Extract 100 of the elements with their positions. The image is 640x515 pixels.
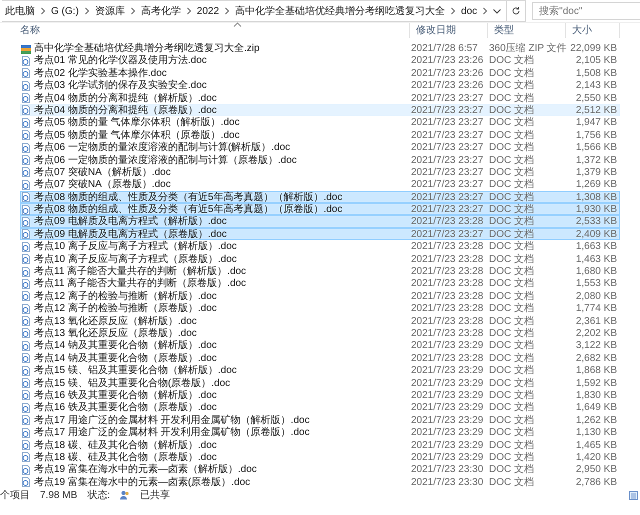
breadcrumb[interactable]: doc: [458, 6, 480, 16]
file-row[interactable]: 考点17 用途广泛的金属材料 开发利用金属矿物（原卷版）.doc 2021/7/23 23:29 DOC 文档 1,130 KB: [20, 426, 620, 438]
document-icon: [21, 93, 31, 104]
file-row[interactable]: 考点08 物质的组成、性质及分类（有近5年高考真题）（原卷版）.doc 2021/7/23 23:27 DOC 文档 1,930 KB: [20, 203, 620, 216]
file-row[interactable]: 考点12 离子的检验与推断（解析版）.doc 2021/7/23 23:28 DOC 文档 2,080 KB: [20, 290, 620, 302]
file-row[interactable]: 考点07 突破NA（原卷版）.doc 2021/7/23 23:27 DOC 文档 1,269 KB: [20, 178, 620, 191]
file-row[interactable]: 考点08 物质的组成、性质及分类（有近5年高考真题）（解析版）.doc 2021/7/23 23:27 DOC 文档 1,308 KB: [20, 190, 620, 204]
breadcrumb[interactable]: 此电脑: [2, 4, 38, 18]
file-row[interactable]: 考点04 物质的分离和提纯（解析版）.doc 2021/7/23 23:27 DOC 文档 2,550 KB: [20, 92, 620, 104]
file-name: 考点14 钠及其重要化合物（原卷版）.doc: [34, 352, 217, 364]
document-icon: [21, 378, 31, 388]
modified-date: 2021/7/23 23:27: [411, 154, 484, 166]
document-icon: [21, 353, 31, 364]
search-field[interactable]: 搜索"doc": [532, 2, 640, 20]
file-name: 考点17 用途广泛的金属材料 开发利用金属矿物（解析版）.doc: [34, 414, 310, 426]
file-size: 1,592 KB: [574, 378, 617, 389]
file-type: DOC 文档: [489, 464, 535, 476]
chevron-right-icon[interactable]: [40, 7, 46, 15]
breadcrumb[interactable]: G (G:): [48, 6, 82, 16]
file-row[interactable]: 考点09 电解质及电离方程式（原卷版）.doc 2021/7/23 23:27 DOC 文档 2,409 KB: [20, 228, 620, 240]
document-icon: [21, 242, 31, 252]
file-row[interactable]: 考点16 铁及其重要化合物（原卷版）.doc 2021/7/23 23:29 DOC 文档 1,649 KB: [20, 401, 620, 414]
chevron-right-icon[interactable]: [450, 7, 456, 15]
file-row[interactable]: 考点09 电解质及电离方程式（解析版）.doc 2021/7/23 23:28 DOC 文档 2,533 KB: [20, 215, 620, 228]
file-row[interactable]: 考点07 突破NA（解析版）.doc 2021/7/23 23:27 DOC 文档 1,379 KB: [20, 166, 620, 178]
file-row[interactable]: 考点18 碳、硅及其化合物（原卷版）.doc 2021/7/23 23:29 DOC 文档 1,420 KB: [20, 450, 620, 464]
file-name: 考点11 离子能否大量共存的判断（原卷版）.doc: [34, 278, 246, 290]
file-type: DOC 文档: [489, 290, 535, 302]
file-name: 考点04 物质的分离和提纯（原卷版）.doc: [34, 104, 217, 116]
file-row[interactable]: 考点14 钠及其重要化合物（原卷版）.doc 2021/7/23 23:28 DOC 文档 2,682 KB: [20, 352, 620, 364]
file-row[interactable]: 考点02 化学实验基本操作.doc 2021/7/23 23:26 DOC 文档 1,508 KB: [20, 66, 620, 80]
file-name: 考点10 离子反应与离子方程式（原卷版）.doc: [34, 254, 237, 265]
document-icon: [21, 118, 31, 128]
file-type: DOC 文档: [489, 142, 535, 154]
chevron-right-icon[interactable]: [130, 7, 136, 15]
file-name: 高中化学全基础培优经典增分考纲吃透复习大全.zip: [34, 43, 260, 54]
document-icon: [21, 167, 31, 178]
refresh-icon[interactable]: [511, 6, 522, 16]
file-row[interactable]: 考点16 铁及其重要化合物（解析版）.doc 2021/7/23 23:29 DOC 文档 1,830 KB: [20, 388, 620, 402]
file-row[interactable]: 考点11 离子能否大量共存的判断（原卷版）.doc 2021/7/23 23:28 DOC 文档 1,553 KB: [20, 277, 620, 290]
breadcrumb[interactable]: 资源库: [92, 4, 128, 18]
column-header[interactable]: 修改日期: [410, 23, 488, 38]
file-row[interactable]: 高中化学全基础培优经典增分考纲吃透复习大全.zip 2021/7/28 6:57 360压缩 ZIP 文件 22,099 KB: [20, 42, 620, 54]
modified-date: 2021/7/23 23:27: [411, 142, 484, 154]
modified-date: 2021/7/23 23:27: [411, 228, 484, 240]
column-header[interactable]: 名称: [20, 23, 410, 38]
chevron-right-icon[interactable]: [224, 7, 230, 15]
file-row[interactable]: 考点01 常见的化学仪器及使用方法.doc 2021/7/23 23:26 DOC 文档 2,105 KB: [20, 54, 620, 67]
file-name: 考点07 突破NA（原卷版）.doc: [34, 179, 171, 190]
column-header[interactable]: 类型: [488, 23, 566, 38]
file-row[interactable]: 考点15 镁、铝及其重要化合物（解析版）.doc 2021/7/23 23:29 DOC 文档 1,868 KB: [20, 364, 620, 377]
document-icon: [21, 464, 31, 475]
file-size: 3,122 KB: [574, 340, 617, 352]
file-row[interactable]: 考点10 离子反应与离子方程式（原卷版）.doc 2021/7/23 23:28 DOC 文档 1,463 KB: [20, 252, 620, 266]
file-row[interactable]: 考点05 物质的量 气体摩尔体积（解析版）.doc 2021/7/23 23:27 DOC 文档 1,947 KB: [20, 116, 620, 129]
file-name: 考点19 富集在海水中的元素—卤素(原卷版）.doc: [34, 476, 250, 488]
file-row[interactable]: 考点19 富集在海水中的元素—卤素（解析版）.doc 2021/7/23 23:30 DOC 文档 2,950 KB: [20, 463, 620, 476]
chevron-right-icon[interactable]: [84, 7, 90, 15]
file-row[interactable]: 考点18 碳、硅及其化合物（解析版）.doc 2021/7/23 23:29 DOC 文档 1,465 KB: [20, 438, 620, 451]
file-row[interactable]: 考点04 物质的分离和提纯（原卷版）.doc 2021/7/23 23:27 DOC 文档 2,512 KB: [20, 104, 620, 116]
modified-date: 2021/7/23 23:29: [411, 390, 484, 401]
column-header[interactable]: 大小: [566, 23, 620, 38]
document-icon: [21, 142, 31, 153]
file-size: 1,130 KB: [574, 427, 617, 438]
file-size: 2,080 KB: [574, 290, 617, 302]
file-row[interactable]: 考点11 离子能否大量共存的判断（解析版）.doc 2021/7/23 23:28 DOC 文档 1,680 KB: [20, 265, 620, 278]
details-view-icon[interactable]: [629, 490, 638, 500]
file-row[interactable]: 考点06 一定物质的量浓度溶液的配制与计算(解析版）.doc 2021/7/23 23:27 DOC 文档 1,566 KB: [20, 141, 620, 154]
file-row[interactable]: 考点12 离子的检验与推断（原卷版）.doc 2021/7/23 23:28 DOC 文档 1,774 KB: [20, 302, 620, 315]
document-icon: [21, 452, 31, 462]
file-size: 1,420 KB: [574, 452, 617, 463]
file-row[interactable]: 考点13 氧化还原反应（原卷版）.doc 2021/7/23 23:28 DOC 文档 2,202 KB: [20, 326, 620, 340]
breadcrumb[interactable]: 2022: [194, 6, 222, 16]
chevron-right-icon[interactable]: [482, 7, 488, 15]
file-type: DOC 文档: [489, 266, 535, 278]
file-row[interactable]: 考点10 离子反应与离子方程式（解析版）.doc 2021/7/23 23:28 DOC 文档 1,663 KB: [20, 240, 620, 253]
file-type: DOC 文档: [489, 278, 535, 290]
file-name: 考点05 物质的量 气体摩尔体积（原卷版）.doc: [34, 130, 240, 141]
file-name: 考点17 用途广泛的金属材料 开发利用金属矿物（原卷版）.doc: [34, 427, 310, 438]
file-type: DOC 文档: [489, 216, 535, 228]
file-row[interactable]: 考点19 富集在海水中的元素—卤素(原卷版）.doc 2021/7/23 23:30 DOC 文档 2,786 KB: [20, 476, 620, 488]
file-size: 2,786 KB: [574, 476, 617, 488]
file-type: DOC 文档: [489, 390, 535, 401]
file-row[interactable]: 考点17 用途广泛的金属材料 开发利用金属矿物（解析版）.doc 2021/7/23 23:29 DOC 文档 1,262 KB: [20, 414, 620, 426]
breadcrumb[interactable]: 高考化学: [138, 4, 184, 18]
modified-date: 2021/7/23 23:29: [411, 365, 484, 376]
modified-date: 2021/7/23 23:29: [411, 340, 484, 352]
file-row[interactable]: 考点03 化学试剂的保存及实验安全.doc 2021/7/23 23:26 DOC 文档 2,143 KB: [20, 79, 620, 92]
document-icon: [21, 216, 31, 227]
dropdown-chevron-icon[interactable]: [492, 7, 502, 15]
file-row[interactable]: 考点15 镁、铝及其重要化合物(原卷版）.doc 2021/7/23 23:29 DOC 文档 1,592 KB: [20, 376, 620, 389]
document-icon: [21, 291, 31, 302]
chevron-right-icon[interactable]: [186, 7, 192, 15]
file-name: 考点12 离子的检验与推断（解析版）.doc: [34, 290, 217, 302]
file-row[interactable]: 考点05 物质的量 气体摩尔体积（原卷版）.doc 2021/7/23 23:27 DOC 文档 1,756 KB: [20, 128, 620, 142]
file-row[interactable]: 考点14 钠及其重要化合物（解析版）.doc 2021/7/23 23:29 DOC 文档 3,122 KB: [20, 339, 620, 352]
file-row[interactable]: 考点06 一定物质的量浓度溶液的配制与计算（原卷版）.doc 2021/7/23 23:27 DOC 文档 1,372 KB: [20, 154, 620, 166]
breadcrumb[interactable]: 高中化学全基础培优经典增分考纲吃透复习大全: [232, 4, 448, 18]
file-row[interactable]: 考点13 氧化还原反应（解析版）.doc 2021/7/23 23:28 DOC 文档 2,361 KB: [20, 314, 620, 327]
modified-date: 2021/7/23 23:27: [411, 166, 484, 178]
